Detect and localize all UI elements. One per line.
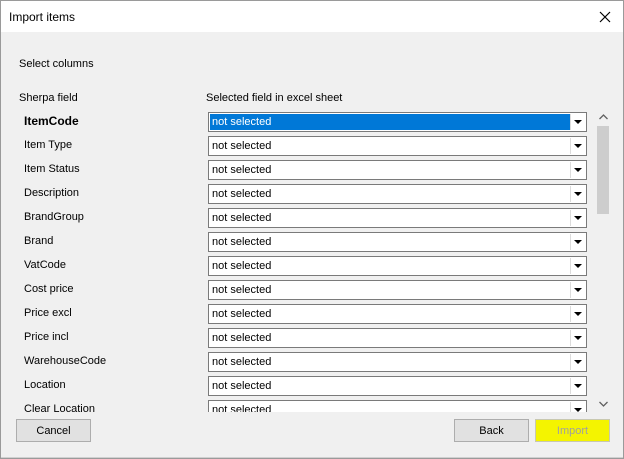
excel-field-select[interactable]: not selected bbox=[208, 328, 587, 348]
vertical-scrollbar[interactable] bbox=[595, 109, 611, 412]
dropdown-button[interactable] bbox=[570, 114, 585, 130]
sherpa-field-label: Price incl bbox=[24, 331, 69, 343]
sherpa-field-label: ItemCode bbox=[24, 114, 79, 128]
chevron-down-icon bbox=[574, 168, 582, 172]
sherpa-field-label: VatCode bbox=[24, 259, 66, 271]
excel-field-select[interactable]: not selected bbox=[208, 160, 587, 180]
dropdown-button[interactable] bbox=[570, 354, 585, 370]
scroll-down-icon bbox=[598, 401, 608, 407]
excel-field-select[interactable]: not selected bbox=[208, 208, 587, 228]
excel-field-select[interactable]: not selected bbox=[208, 352, 587, 372]
excel-field-select[interactable]: not selected bbox=[208, 256, 587, 276]
mapping-row: Item Status not selected bbox=[20, 157, 592, 181]
close-button[interactable] bbox=[587, 1, 623, 32]
scroll-down-button[interactable] bbox=[595, 396, 611, 412]
window-title: Import items bbox=[9, 10, 76, 24]
column-mapping-grid: ItemCode not selected Item Type not selecte… bbox=[20, 109, 611, 412]
excel-field-select[interactable]: not selected bbox=[208, 280, 587, 300]
excel-field-select-value: not selected bbox=[212, 284, 272, 296]
close-icon bbox=[599, 11, 611, 22]
excel-field-select[interactable]: not selected bbox=[208, 136, 587, 156]
dropdown-button[interactable] bbox=[570, 282, 585, 298]
dropdown-button[interactable] bbox=[570, 306, 585, 322]
excel-field-select-value: not selected bbox=[212, 212, 272, 224]
chevron-down-icon bbox=[574, 240, 582, 244]
excel-field-select[interactable]: not selected bbox=[208, 112, 587, 132]
sherpa-field-label: Brand bbox=[24, 235, 54, 247]
import-button[interactable]: Import bbox=[535, 419, 610, 442]
column-header-sherpa-field: Sherpa field bbox=[19, 92, 78, 104]
mapping-row: VatCode not selected bbox=[20, 253, 592, 277]
dropdown-button[interactable] bbox=[570, 330, 585, 346]
sherpa-field-label: Item Status bbox=[24, 163, 80, 175]
sherpa-field-label: Item Type bbox=[24, 139, 73, 151]
excel-field-select-value: not selected bbox=[212, 188, 272, 200]
excel-field-select-value: not selected bbox=[212, 380, 272, 392]
scroll-up-button[interactable] bbox=[595, 109, 611, 125]
chevron-down-icon bbox=[574, 264, 582, 268]
dropdown-button[interactable] bbox=[570, 162, 585, 178]
scroll-up-icon bbox=[598, 114, 608, 120]
section-label: Select columns bbox=[19, 58, 94, 70]
mapping-row: Price incl not selected bbox=[20, 325, 592, 349]
excel-field-select-value: not selected bbox=[210, 114, 570, 130]
chevron-down-icon bbox=[574, 120, 582, 124]
mapping-row: WarehouseCode not selected bbox=[20, 349, 592, 373]
excel-field-select-value: not selected bbox=[212, 164, 272, 176]
dropdown-button[interactable] bbox=[570, 210, 585, 226]
dropdown-button[interactable] bbox=[570, 234, 585, 250]
excel-field-select-value: not selected bbox=[212, 236, 272, 248]
excel-field-select[interactable]: not selected bbox=[208, 400, 587, 412]
mapping-row: Item Type not selected bbox=[20, 133, 592, 157]
mapping-row: Clear Location not selected bbox=[20, 397, 592, 412]
excel-field-select-value: not selected bbox=[212, 332, 272, 344]
chevron-down-icon bbox=[574, 336, 582, 340]
back-button[interactable]: Back bbox=[454, 419, 529, 442]
chevron-down-icon bbox=[574, 408, 582, 412]
import-items-dialog: Import items Select columns Sherpa field… bbox=[0, 0, 624, 459]
excel-field-select[interactable]: not selected bbox=[208, 232, 587, 252]
sherpa-field-label: Clear Location bbox=[24, 403, 95, 412]
excel-field-select[interactable]: not selected bbox=[208, 376, 587, 396]
excel-field-select-value: not selected bbox=[212, 260, 272, 272]
sherpa-field-label: WarehouseCode bbox=[24, 355, 107, 367]
mapping-row: Brand not selected bbox=[20, 229, 592, 253]
dropdown-button[interactable] bbox=[570, 258, 585, 274]
excel-field-select[interactable]: not selected bbox=[208, 184, 587, 204]
excel-field-select-value: not selected bbox=[212, 356, 272, 368]
scroll-thumb[interactable] bbox=[597, 126, 609, 214]
mapping-row: Price excl not selected bbox=[20, 301, 592, 325]
excel-field-select-value: not selected bbox=[212, 140, 272, 152]
chevron-down-icon bbox=[574, 288, 582, 292]
mapping-rows: ItemCode not selected Item Type not selecte… bbox=[20, 109, 592, 412]
dropdown-button[interactable] bbox=[570, 186, 585, 202]
sherpa-field-label: Price excl bbox=[24, 307, 72, 319]
bottom-divider bbox=[1, 457, 623, 458]
chevron-down-icon bbox=[574, 384, 582, 388]
column-header-excel-field: Selected field in excel sheet bbox=[206, 92, 343, 104]
chevron-down-icon bbox=[574, 192, 582, 196]
excel-field-select-value: not selected bbox=[212, 308, 272, 320]
chevron-down-icon bbox=[574, 144, 582, 148]
sherpa-field-label: Location bbox=[24, 379, 66, 391]
mapping-row: Location not selected bbox=[20, 373, 592, 397]
mapping-row: Cost price not selected bbox=[20, 277, 592, 301]
chevron-down-icon bbox=[574, 216, 582, 220]
excel-field-select[interactable]: not selected bbox=[208, 304, 587, 324]
mapping-row: BrandGroup not selected bbox=[20, 205, 592, 229]
cancel-button[interactable]: Cancel bbox=[16, 419, 91, 442]
dropdown-button[interactable] bbox=[570, 402, 585, 412]
sherpa-field-label: BrandGroup bbox=[24, 211, 84, 223]
mapping-row: ItemCode not selected bbox=[20, 109, 592, 133]
sherpa-field-label: Cost price bbox=[24, 283, 74, 295]
title-bar: Import items bbox=[1, 1, 623, 32]
mapping-row: Description not selected bbox=[20, 181, 592, 205]
excel-field-select-value: not selected bbox=[212, 404, 272, 412]
dropdown-button[interactable] bbox=[570, 378, 585, 394]
dropdown-button[interactable] bbox=[570, 138, 585, 154]
chevron-down-icon bbox=[574, 360, 582, 364]
sherpa-field-label: Description bbox=[24, 187, 80, 199]
chevron-down-icon bbox=[574, 312, 582, 316]
